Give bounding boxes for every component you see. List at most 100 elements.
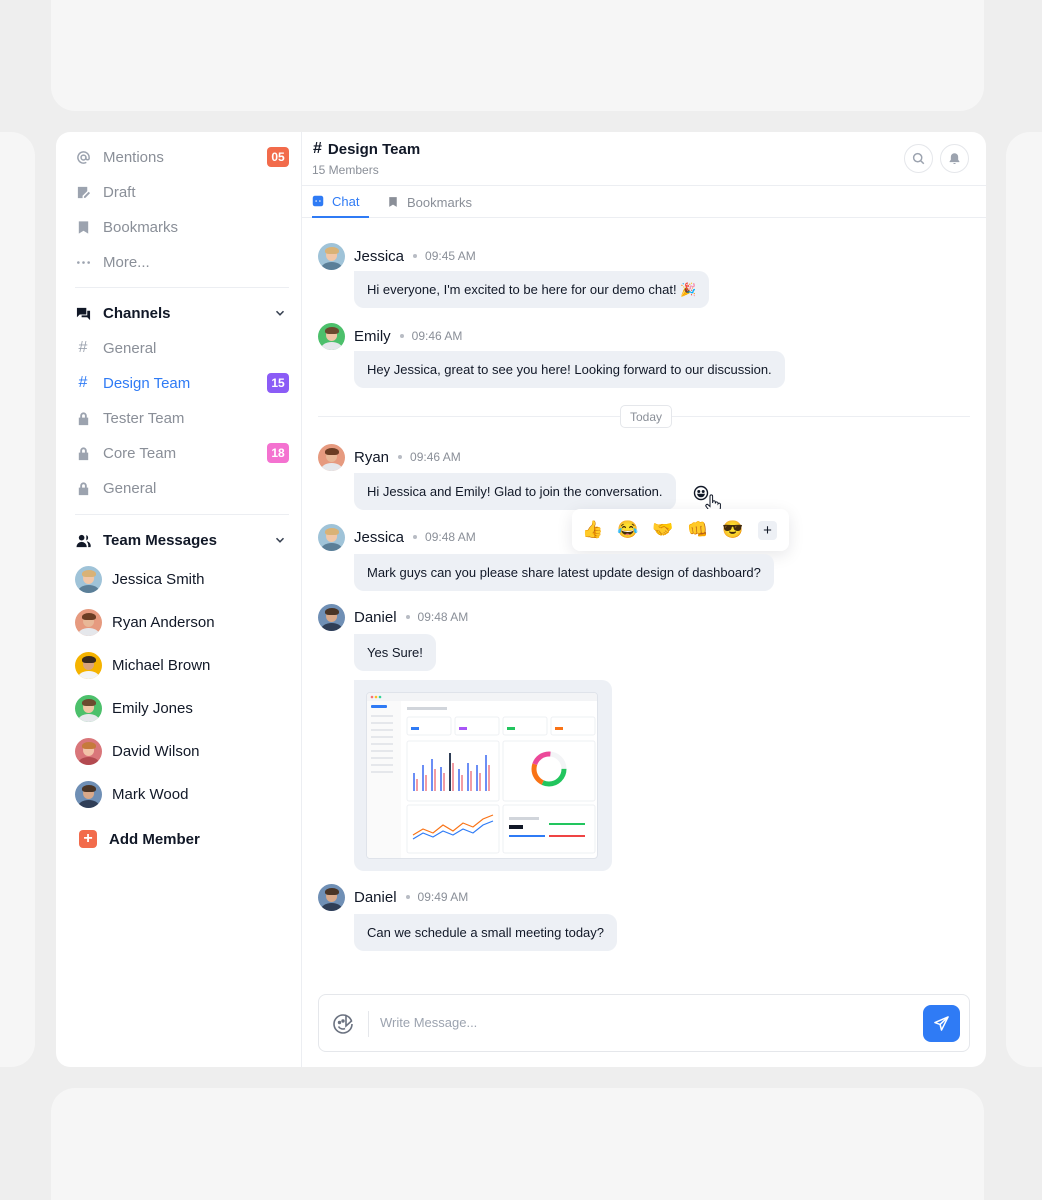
dm-label: Jessica Smith [112,570,205,588]
sidebar-item-mentions[interactable]: Mentions 05 [75,144,289,170]
dm-item-ryan-anderson[interactable]: Ryan Anderson [75,607,289,637]
channels-section-header[interactable]: Channels [75,300,289,326]
separator-dot [413,535,418,539]
avatar [75,608,102,636]
sender-name: Emily [354,327,391,345]
tab-bookmarks-label: Bookmarks [407,194,473,210]
message-item: Ryan 09:46 AM Hi Jessica and Emily! Glad… [318,443,676,510]
message-time: 09:46 AM [410,450,461,464]
channel-item-tester-team[interactable]: Tester Team [75,405,289,431]
composer-separator [368,1011,369,1037]
dm-label: Emily Jones [112,699,193,717]
channel-item-general-private[interactable]: General [75,475,289,501]
send-icon [934,1016,949,1031]
channel-label: General [103,339,157,357]
chevron-down-icon[interactable] [273,306,287,320]
message-item: Daniel 09:48 AM Yes Sure! [318,603,468,671]
sidebar-item-more[interactable]: More... [75,249,289,275]
lock-icon [75,480,91,496]
lock-icon [75,410,91,426]
reaction-picker: 👍 😂 🤝 👊 😎 + [572,509,789,551]
bookmark-icon [389,197,397,207]
message-item: Emily 09:46 AM Hey Jessica, great to see… [318,322,785,388]
hash-icon: # [313,140,322,157]
message-bubble: Hi everyone, I'm excited to be here for … [354,271,710,308]
unread-badge: 15 [267,373,289,393]
image-attachment[interactable] [354,680,612,871]
conversation-panel: # Design Team 15 Members Chat Bookmarks [302,132,986,1067]
avatar [75,565,102,593]
message-time: 09:49 AM [417,890,469,904]
message-item: Daniel 09:49 AM Can we schedule a small … [318,883,618,951]
channel-label: Core Team [103,444,177,462]
avatar [75,780,102,808]
send-button[interactable] [923,1005,960,1042]
add-member-button[interactable]: + Add Member [75,824,289,854]
sidebar-item-bookmarks[interactable]: Bookmarks [75,214,289,240]
dm-item-mark-wood[interactable]: Mark Wood [75,779,289,809]
message-bubble: Can we schedule a small meeting today? [354,914,618,951]
team-messages-section-header[interactable]: Team Messages [75,527,289,553]
separator-dot [413,254,418,258]
avatar [318,322,345,350]
separator-dot [399,334,404,338]
dm-item-emily-jones[interactable]: Emily Jones [75,693,289,723]
chevron-down-icon[interactable] [273,533,287,547]
background-card-left [0,132,35,1067]
message-item: Jessica 09:45 AM Hi everyone, I'm excite… [318,242,710,308]
member-count: 15 Members [312,163,379,177]
mentions-badge: 05 [267,147,289,167]
channels-title: Channels [103,304,171,322]
message-input[interactable]: Write Message... [380,1015,477,1030]
dm-item-jessica-smith[interactable]: Jessica Smith [75,564,289,594]
dm-item-michael-brown[interactable]: Michael Brown [75,650,289,680]
reaction-laughing[interactable]: 😂 [617,520,652,540]
avatar [75,694,102,722]
separator-dot [405,615,410,619]
message-time: 09:48 AM [425,530,476,544]
channel-item-core-team[interactable]: Core Team 18 [75,440,289,466]
dm-label: Mark Wood [112,785,189,803]
avatar [318,523,345,551]
tab-chat-label: Chat [332,193,360,209]
sidebar-divider [75,287,289,288]
reaction-handshake[interactable]: 🤝 [652,520,687,540]
notifications-button[interactable] [940,144,969,173]
sender-name: Daniel [354,608,397,626]
channel-item-general[interactable]: # General [75,335,289,361]
sender-name: Daniel [354,888,397,906]
sidebar-item-label: Bookmarks [103,218,179,236]
message-time: 09:46 AM [411,329,463,343]
dm-label: David Wilson [112,742,200,760]
chat-app-window: Mentions 05 Draft Bookmarks More... Chan… [56,132,986,1067]
sidebar-item-draft[interactable]: Draft [75,179,289,205]
sender-name: Jessica [354,247,405,265]
tab-chat[interactable]: Chat [312,186,370,218]
reaction-fist-bump[interactable]: 👊 [687,520,722,540]
dm-item-david-wilson[interactable]: David Wilson [75,736,289,766]
channel-label: Tester Team [103,409,185,427]
avatar [75,651,102,679]
chat-icon [312,195,324,207]
more-reactions-button[interactable]: + [758,520,777,540]
emoji-sticker-icon[interactable] [332,1013,354,1035]
sidebar-item-label: Draft [103,183,136,201]
search-button[interactable] [904,144,933,173]
draft-icon [75,184,91,200]
tab-bookmarks[interactable]: Bookmarks [387,186,472,218]
channel-item-design-team[interactable]: # Design Team 15 [75,370,289,396]
message-bubble: Hey Jessica, great to see you here! Look… [354,351,785,388]
add-member-label: Add Member [109,830,200,848]
message-item: Jessica 09:48 AM Mark guys can you pleas… [318,523,774,591]
lock-icon [75,445,91,461]
sidebar-item-label: More... [103,253,150,271]
separator-dot [405,895,410,899]
background-card-bottom [51,1088,984,1200]
reaction-sunglasses[interactable]: 😎 [722,520,757,540]
team-messages-title: Team Messages [103,531,217,549]
reaction-thumbs-up[interactable]: 👍 [582,520,617,540]
background-card-top [51,0,984,111]
bookmark-icon [75,219,91,235]
sidebar: Mentions 05 Draft Bookmarks More... Chan… [56,132,302,1067]
channel-label: Design Team [103,374,191,392]
